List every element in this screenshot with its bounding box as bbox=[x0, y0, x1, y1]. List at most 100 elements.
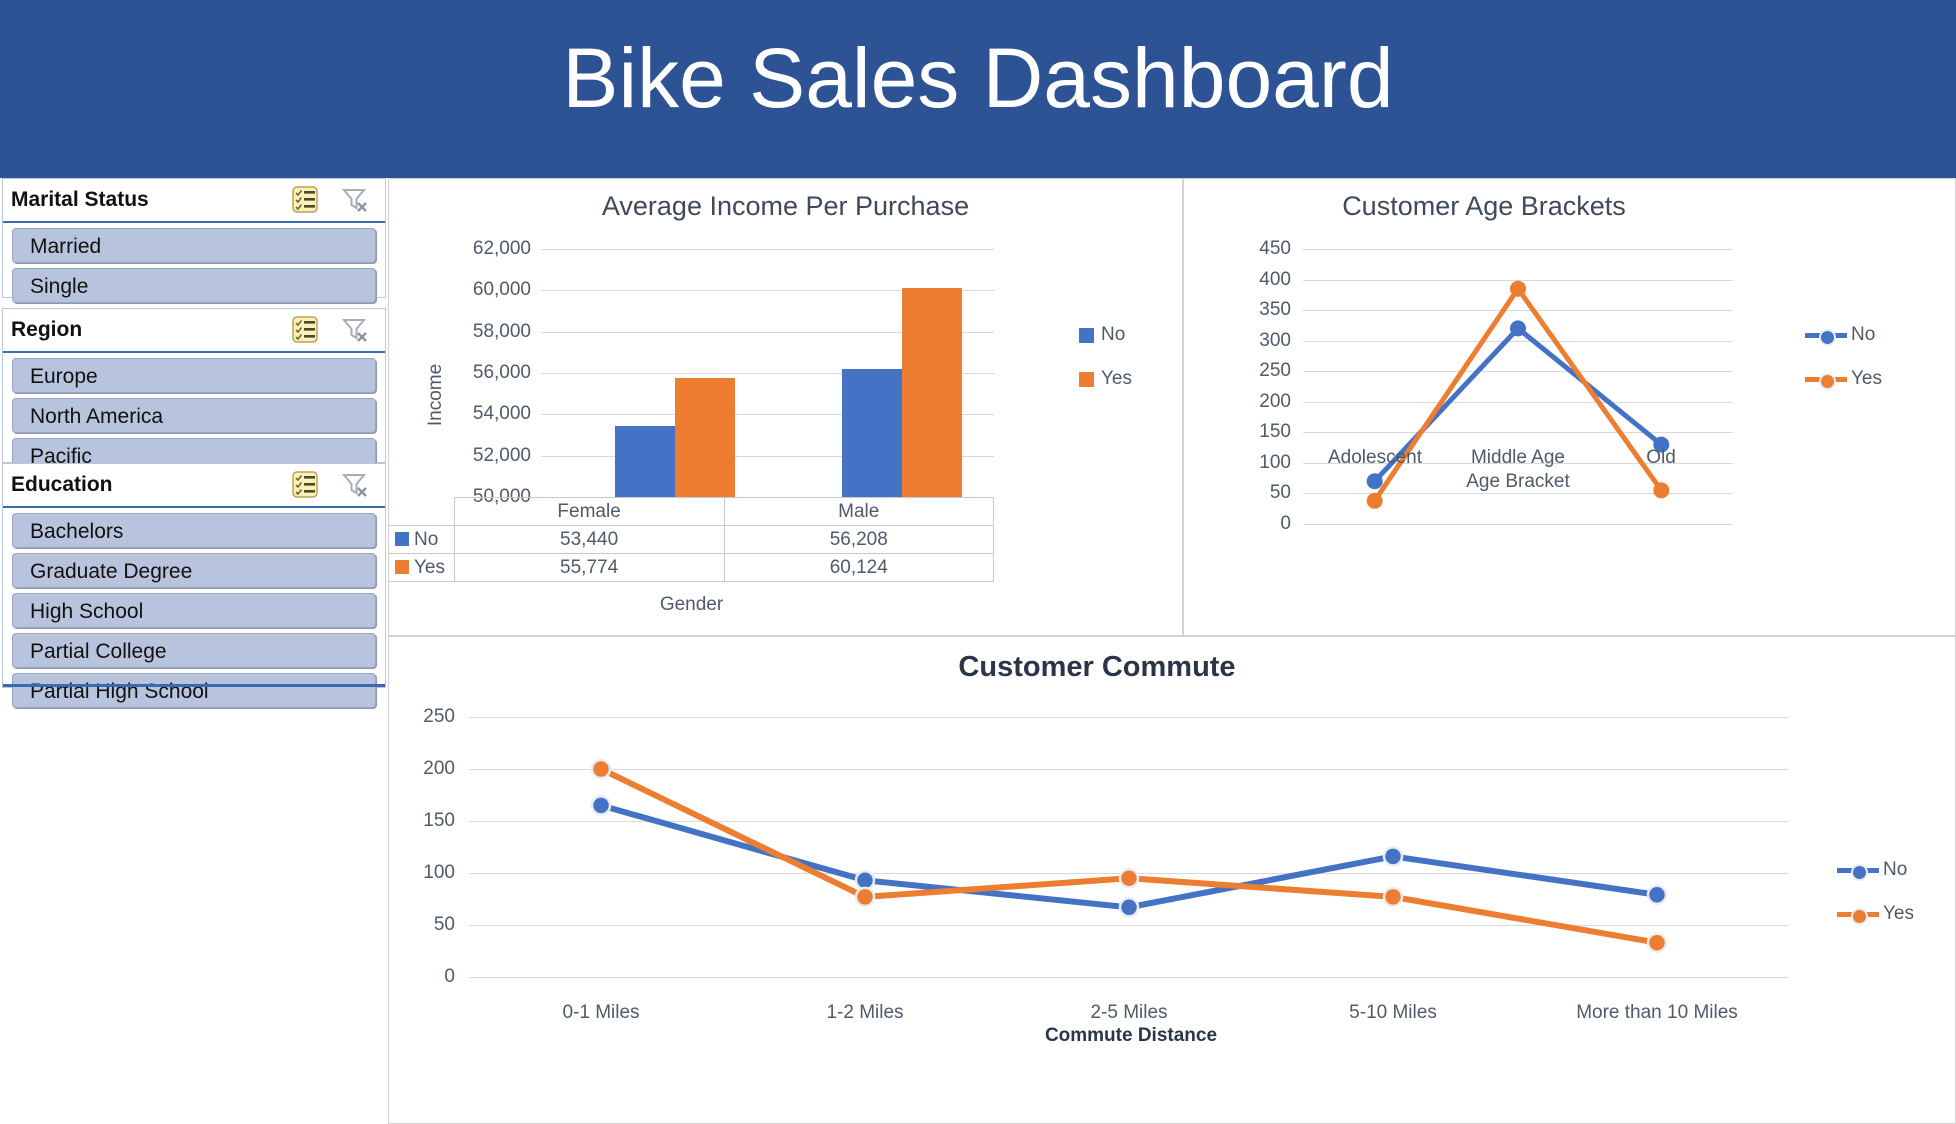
point-yes-middle-age[interactable] bbox=[1510, 280, 1526, 297]
slicer-items: Married Single bbox=[3, 223, 385, 317]
chart-legend[interactable]: No Yes bbox=[1837, 859, 1914, 947]
x-tick-label: More than 10 Miles bbox=[1576, 1002, 1738, 1023]
table-cell: 60,124 bbox=[723, 553, 994, 582]
point-yes-adolescent[interactable] bbox=[1366, 492, 1383, 509]
chart-title: Average Income Per Purchase bbox=[601, 191, 970, 221]
slicer-item[interactable]: Europe bbox=[12, 358, 376, 393]
slicer-item[interactable]: Bachelors bbox=[12, 513, 376, 548]
clear-filter-icon[interactable] bbox=[339, 470, 371, 500]
y-tick-label: 50 bbox=[433, 914, 455, 935]
gridline bbox=[469, 977, 1789, 978]
point-yes-2-5-miles[interactable] bbox=[1118, 867, 1140, 889]
multi-select-icon[interactable] bbox=[289, 470, 321, 500]
y-tick-label: 62,000 bbox=[472, 238, 531, 259]
multi-select-icon[interactable] bbox=[289, 315, 321, 345]
slicer-bottom-accent bbox=[3, 684, 385, 687]
legend-item-yes[interactable]: Yes bbox=[1079, 368, 1132, 390]
y-tick-label: 0 bbox=[1280, 513, 1291, 534]
legend-swatch-no bbox=[395, 531, 409, 546]
y-tick-label: 56,000 bbox=[472, 362, 531, 383]
y-tick-label: 150 bbox=[1259, 421, 1291, 443]
legend-line-no bbox=[1837, 863, 1879, 881]
x-axis-title: Gender bbox=[659, 594, 724, 615]
slicer-title: Region bbox=[11, 318, 83, 341]
point-no-0-1-miles[interactable] bbox=[590, 795, 612, 816]
slicer-header: Education bbox=[3, 464, 385, 508]
slicer-marital-status[interactable]: Marital Status Married Single bbox=[2, 178, 386, 303]
slicer-title: Education bbox=[11, 473, 113, 496]
chart-legend[interactable]: No Yes bbox=[1079, 324, 1132, 412]
legend-label: No bbox=[1851, 324, 1876, 345]
slicer-item[interactable]: Single bbox=[12, 268, 376, 303]
chart-average-income-per-purchase[interactable]: Average Income Per Purchase Income 50,00… bbox=[388, 178, 1183, 636]
slicer-education[interactable]: Education Bachelors Graduate Degree High… bbox=[2, 463, 386, 708]
y-axis-title: Income bbox=[425, 363, 446, 427]
bar-female-no[interactable] bbox=[615, 426, 675, 497]
clear-filter-icon[interactable] bbox=[339, 315, 371, 345]
dashboard-banner: Bike Sales Dashboard bbox=[0, 0, 1956, 178]
y-tick-label: 58,000 bbox=[472, 320, 531, 342]
y-tick-label: 200 bbox=[423, 758, 455, 779]
table-row-header-no: No bbox=[389, 525, 455, 554]
bar-female-yes[interactable] bbox=[675, 378, 735, 497]
point-no-more-than-10-miles[interactable] bbox=[1646, 884, 1668, 906]
slicer-region[interactable]: Region Europe North America Pacific bbox=[2, 308, 386, 473]
point-no-middle-age[interactable] bbox=[1510, 320, 1526, 337]
slicer-item[interactable]: Married bbox=[12, 228, 376, 263]
legend-item-yes[interactable]: Yes bbox=[1837, 903, 1914, 925]
plot-area bbox=[469, 717, 1789, 978]
bar-male-yes[interactable] bbox=[902, 288, 962, 497]
legend-item-yes[interactable]: Yes bbox=[1805, 368, 1882, 390]
chart-title: Customer Commute bbox=[958, 651, 1236, 683]
legend-swatch-yes bbox=[1079, 371, 1094, 387]
point-no-1-2-miles[interactable] bbox=[854, 870, 876, 891]
chart-customer-age-brackets[interactable]: Customer Age Brackets 0 50 100 150 200 2… bbox=[1183, 178, 1956, 637]
legend-line-yes bbox=[1805, 372, 1847, 390]
x-axis-title: Commute Distance bbox=[1044, 1025, 1218, 1046]
chart-data-table: Female Male No 53,440 56,208 Yes 55,774 … bbox=[389, 497, 994, 582]
x-tick-label: 1-2 Miles bbox=[826, 1002, 904, 1023]
y-tick-label: 400 bbox=[1259, 268, 1291, 290]
legend-swatch-no bbox=[1079, 327, 1094, 343]
point-yes-0-1-miles[interactable] bbox=[590, 758, 612, 780]
y-tick-label: 0 bbox=[444, 966, 455, 987]
plot-area bbox=[541, 249, 994, 498]
y-tick-label: 54,000 bbox=[472, 403, 531, 425]
point-yes-more-than-10-miles[interactable] bbox=[1646, 932, 1668, 953]
y-tick-label: 450 bbox=[1259, 238, 1291, 259]
slicer-header: Region bbox=[3, 309, 385, 353]
chart-title: Customer Age Brackets bbox=[1342, 191, 1626, 221]
legend-line-yes bbox=[1837, 907, 1879, 925]
point-no-5-10-miles[interactable] bbox=[1382, 846, 1404, 867]
slicer-item[interactable]: Graduate Degree bbox=[12, 553, 376, 588]
clear-filter-icon[interactable] bbox=[339, 185, 371, 215]
x-tick-label: Adolescent bbox=[1327, 447, 1422, 468]
multi-select-icon[interactable] bbox=[289, 185, 321, 215]
chart-customer-commute[interactable]: Customer Commute 0 50 100 150 200 250 0-… bbox=[388, 636, 1956, 1124]
point-yes-5-10-miles[interactable] bbox=[1382, 886, 1404, 908]
x-tick-label: Middle Age bbox=[1470, 447, 1565, 468]
legend-item-no[interactable]: No bbox=[1837, 859, 1914, 881]
legend-swatch-yes bbox=[395, 559, 409, 574]
y-tick-label: 52,000 bbox=[472, 444, 531, 466]
table-cell: 53,440 bbox=[453, 525, 725, 554]
legend-item-no[interactable]: No bbox=[1805, 324, 1882, 346]
slicer-item[interactable]: Partial College bbox=[12, 633, 376, 668]
chart-legend[interactable]: No Yes bbox=[1805, 324, 1882, 412]
bar-male-no[interactable] bbox=[842, 369, 902, 497]
slicer-item[interactable]: High School bbox=[12, 593, 376, 628]
y-tick-label: 200 bbox=[1259, 390, 1291, 412]
gridline bbox=[541, 249, 994, 250]
x-tick-label: Old bbox=[1646, 447, 1676, 468]
slicer-item[interactable]: Partial High School bbox=[12, 673, 376, 708]
table-row-header-yes: Yes bbox=[389, 553, 455, 582]
point-no-2-5-miles[interactable] bbox=[1118, 897, 1140, 918]
legend-label: Yes bbox=[1101, 368, 1132, 389]
x-axis-title: Age Bracket bbox=[1466, 471, 1570, 492]
point-yes-1-2-miles[interactable] bbox=[854, 886, 876, 908]
slicer-item[interactable]: North America bbox=[12, 398, 376, 433]
slicer-title: Marital Status bbox=[11, 188, 149, 211]
legend-label: No bbox=[1101, 324, 1126, 345]
legend-item-no[interactable]: No bbox=[1079, 324, 1132, 346]
y-tick-label: 50 bbox=[1269, 482, 1291, 504]
